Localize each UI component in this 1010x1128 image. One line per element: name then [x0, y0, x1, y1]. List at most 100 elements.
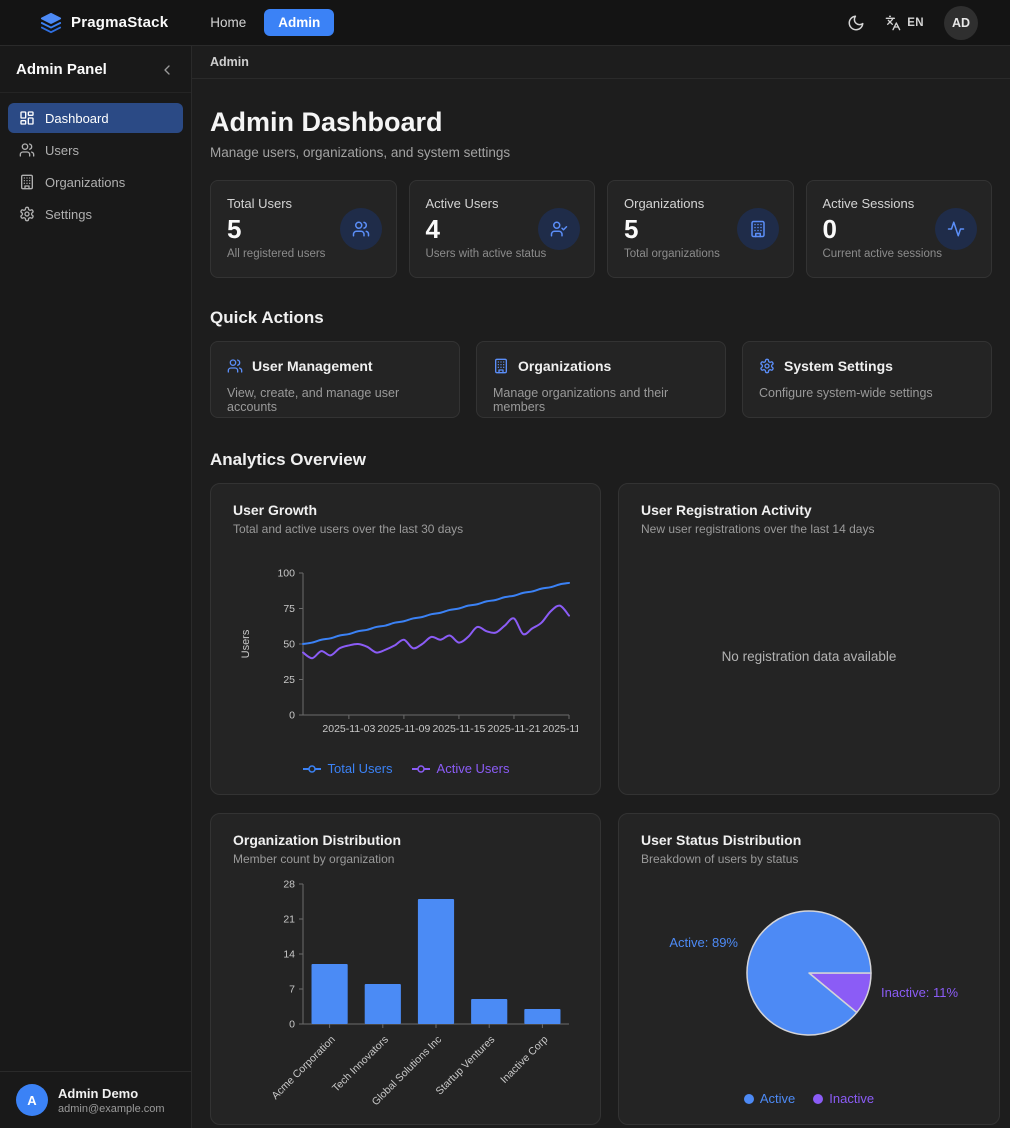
- sidebar-user-name: Admin Demo: [58, 1086, 165, 1101]
- chart-subtitle: Total and active users over the last 30 …: [233, 522, 578, 536]
- stats-grid: Total Users 5 All registered users Activ…: [210, 180, 992, 278]
- quick-action-description: View, create, and manage user accounts: [227, 386, 443, 414]
- legend-item-total-users[interactable]: Total Users: [302, 761, 393, 776]
- building-icon: [493, 358, 509, 374]
- sidebar-user-avatar: A: [16, 1084, 48, 1116]
- sidebar-collapse-button[interactable]: [159, 62, 175, 78]
- topbar: PragmaStack Home Admin EN AD: [0, 0, 1010, 46]
- svg-text:Startup Ventures: Startup Ventures: [434, 1034, 498, 1098]
- building-icon: [19, 174, 35, 190]
- stat-card-active-sessions: Active Sessions 0 Current active session…: [806, 180, 993, 278]
- sidebar-item-users[interactable]: Users: [8, 135, 183, 165]
- svg-text:7: 7: [289, 984, 295, 996]
- sidebar-item-label: Users: [45, 143, 79, 158]
- stat-card-active-users: Active Users 4 Users with active status: [409, 180, 596, 278]
- legend-item-active-users[interactable]: Active Users: [411, 761, 510, 776]
- sidebar-user-email: admin@example.com: [58, 1103, 165, 1115]
- translate-icon: [885, 15, 901, 31]
- chart-title: User Registration Activity: [641, 502, 977, 518]
- quick-actions-grid: User Management View, create, and manage…: [210, 341, 992, 418]
- quick-action-title: Organizations: [518, 358, 611, 374]
- legend-dot-icon: [744, 1094, 754, 1104]
- sidebar-header: Admin Panel: [0, 46, 191, 93]
- stat-card-organizations: Organizations 5 Total organizations: [607, 180, 794, 278]
- topbar-right: EN AD: [847, 6, 978, 40]
- quick-actions-heading: Quick Actions: [210, 308, 992, 328]
- sidebar: Admin Panel Dashboard: [0, 46, 192, 1128]
- quick-action-system-settings[interactable]: System Settings Configure system-wide se…: [742, 341, 992, 418]
- chart-subtitle: New user registrations over the last 14 …: [641, 522, 977, 536]
- language-switcher[interactable]: EN: [885, 15, 924, 31]
- chart-title: Organization Distribution: [233, 832, 578, 848]
- organization-distribution-chart: 07142128Acme CorporationTech InnovatorsG…: [233, 872, 578, 1106]
- svg-text:Tech Innovators: Tech Innovators: [330, 1034, 391, 1095]
- legend-dot-icon: [813, 1094, 823, 1104]
- registration-activity-card: User Registration Activity New user regi…: [618, 483, 1000, 795]
- page-subtitle: Manage users, organizations, and system …: [210, 145, 992, 160]
- dark-mode-toggle[interactable]: [847, 14, 865, 32]
- svg-text:Users: Users: [240, 629, 252, 658]
- sidebar-item-label: Organizations: [45, 175, 125, 190]
- quick-action-description: Manage organizations and their members: [493, 386, 709, 414]
- line-marker-icon: [411, 764, 431, 774]
- svg-text:2025-11-15: 2025-11-15: [432, 723, 485, 735]
- user-avatar[interactable]: AD: [944, 6, 978, 40]
- chart-title: User Status Distribution: [641, 832, 977, 848]
- user-status-card: User Status Distribution Breakdown of us…: [618, 813, 1000, 1125]
- sidebar-nav: Dashboard Users Organiza: [0, 93, 191, 241]
- user-growth-legend: Total Users Active Users: [302, 761, 510, 776]
- page-title: Admin Dashboard: [210, 107, 992, 138]
- layout-grid-icon: [19, 110, 35, 126]
- user-growth-chart: 02550751002025-11-032025-11-092025-11-15…: [233, 565, 578, 751]
- svg-text:Active: 89%: Active: 89%: [669, 935, 738, 950]
- nav-home-link[interactable]: Home: [202, 9, 254, 36]
- stat-card-total-users: Total Users 5 All registered users: [210, 180, 397, 278]
- user-status-pie-chart: Active: 89%Inactive: 11%: [641, 869, 977, 1081]
- pie-legend: Active Inactive: [744, 1091, 874, 1106]
- svg-text:50: 50: [283, 639, 295, 651]
- svg-text:Inactive Corp: Inactive Corp: [498, 1034, 550, 1086]
- users-icon: [227, 358, 243, 374]
- legend-label: Active Users: [437, 761, 510, 776]
- sidebar-item-label: Settings: [45, 207, 92, 222]
- top-navigation: Home Admin: [202, 9, 334, 36]
- svg-text:21: 21: [283, 914, 295, 926]
- sidebar-title: Admin Panel: [16, 61, 107, 78]
- chart-subtitle: Breakdown of users by status: [641, 852, 977, 866]
- chevron-left-icon: [159, 62, 175, 78]
- sidebar-item-label: Dashboard: [45, 111, 109, 126]
- sidebar-item-settings[interactable]: Settings: [8, 199, 183, 229]
- svg-text:0: 0: [289, 1019, 295, 1031]
- users-icon: [340, 208, 382, 250]
- legend-item-active[interactable]: Active: [744, 1091, 795, 1106]
- nav-admin-button[interactable]: Admin: [264, 9, 334, 36]
- svg-text:75: 75: [283, 603, 295, 615]
- sidebar-user-panel[interactable]: A Admin Demo admin@example.com: [0, 1071, 191, 1128]
- brand[interactable]: PragmaStack: [40, 12, 168, 34]
- charts-grid: User Growth Total and active users over …: [210, 483, 992, 1128]
- svg-text:2025-11-27: 2025-11-27: [543, 723, 578, 735]
- chart-subtitle: Member count by organization: [233, 852, 578, 866]
- analytics-heading: Analytics Overview: [210, 450, 992, 470]
- sidebar-item-dashboard[interactable]: Dashboard: [8, 103, 183, 133]
- svg-text:25: 25: [283, 674, 295, 686]
- legend-label: Inactive: [829, 1091, 874, 1106]
- breadcrumb-bar: Admin: [192, 46, 1010, 79]
- empty-state-message: No registration data available: [722, 649, 897, 664]
- quick-action-description: Configure system-wide settings: [759, 386, 975, 400]
- quick-action-organizations[interactable]: Organizations Manage organizations and t…: [476, 341, 726, 418]
- svg-text:28: 28: [283, 879, 295, 891]
- layers-icon: [40, 12, 62, 34]
- sidebar-item-organizations[interactable]: Organizations: [8, 167, 183, 197]
- users-icon: [19, 142, 35, 158]
- breadcrumb[interactable]: Admin: [210, 55, 249, 69]
- svg-text:100: 100: [277, 568, 295, 580]
- chart-title: User Growth: [233, 502, 578, 518]
- svg-text:2025-11-03: 2025-11-03: [322, 723, 375, 735]
- quick-action-user-management[interactable]: User Management View, create, and manage…: [210, 341, 460, 418]
- svg-text:2025-11-21: 2025-11-21: [487, 723, 540, 735]
- legend-item-inactive[interactable]: Inactive: [813, 1091, 874, 1106]
- quick-action-title: System Settings: [784, 358, 893, 374]
- svg-text:14: 14: [283, 949, 295, 961]
- quick-action-title: User Management: [252, 358, 373, 374]
